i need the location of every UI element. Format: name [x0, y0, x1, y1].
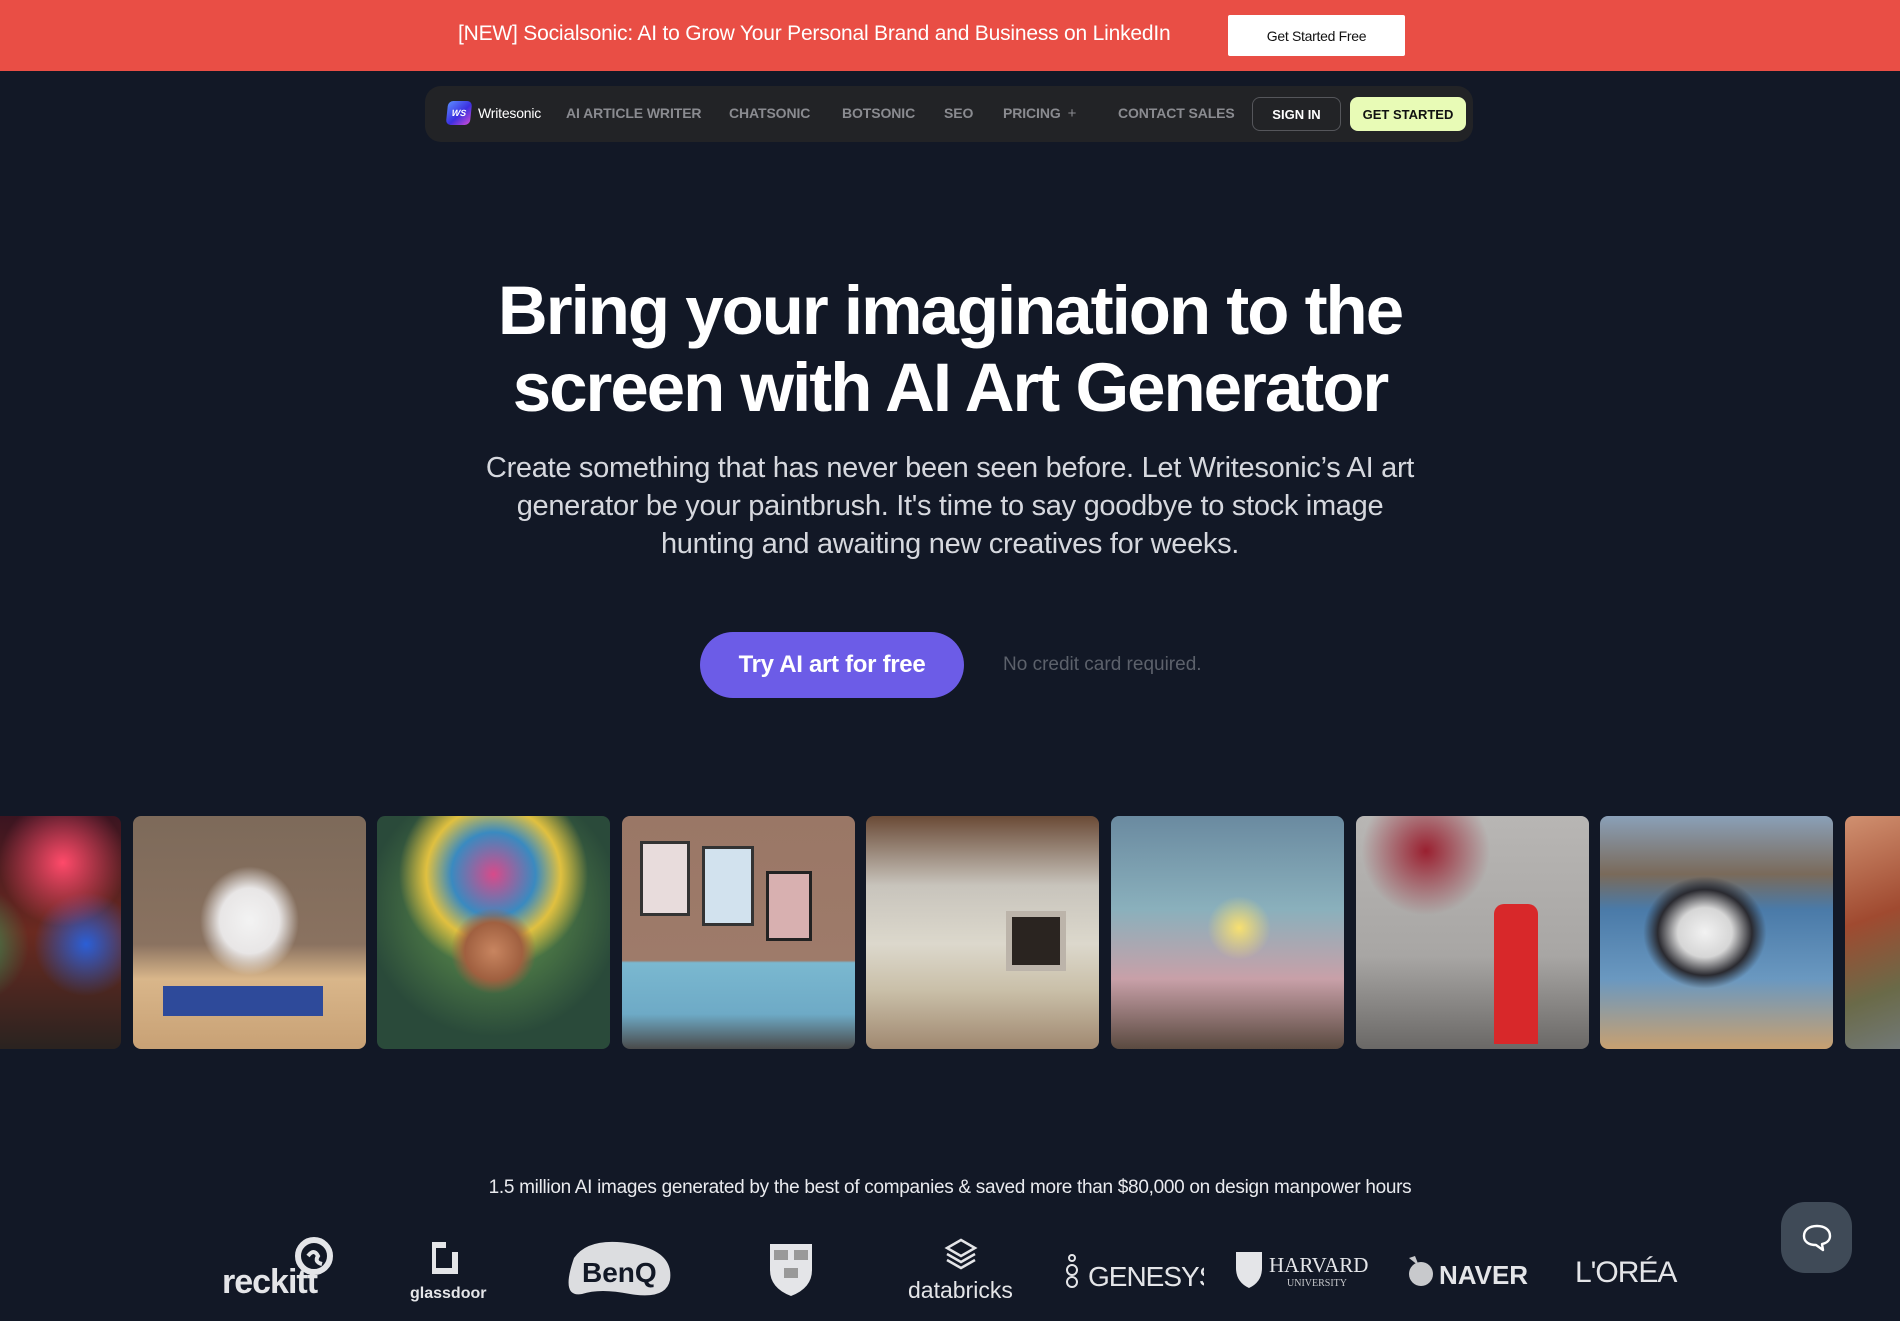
hero-subtitle-line-2: generator be your paintbrush. It's time …	[516, 490, 1384, 522]
try-ai-art-button[interactable]: Try AI art for free	[700, 632, 964, 698]
reckitt-logo: reckitt	[222, 1236, 337, 1303]
stats-text: 1.5 million AI images generated by the b…	[488, 1177, 1412, 1198]
nav-item-contact-sales[interactable]: CONTACT SALES	[1118, 105, 1235, 121]
svg-text:glassdoor: glassdoor	[410, 1285, 486, 1302]
announcement-bar: [NEW] Socialsonic: AI to Grow Your Perso…	[0, 0, 1900, 71]
gallery-image-living-room	[866, 816, 1099, 1049]
nav-item-pricing[interactable]: PRICING +	[1003, 105, 1076, 122]
writesonic-logo[interactable]: WS Writesonic	[445, 101, 542, 125]
nav-item-chatsonic[interactable]: CHATSONIC	[729, 105, 810, 121]
chat-widget-button[interactable]	[1781, 1202, 1852, 1273]
nav-item-botsonic[interactable]: BOTSONIC	[842, 105, 915, 121]
gallery-image-aztec-woman	[377, 816, 610, 1049]
main-nav: WS Writesonic AI ARTICLE WRITER CHATSONI…	[425, 86, 1473, 142]
gallery-image-blue-sofa	[622, 816, 855, 1049]
loreal-logo: L'ORÉA	[1575, 1250, 1678, 1295]
hero-title-line-1: Bring your imagination to the	[497, 272, 1404, 349]
databricks-logo: databricks	[906, 1238, 1016, 1307]
svg-text:HARVARD: HARVARD	[1269, 1253, 1368, 1277]
harvard-shield-icon	[770, 1244, 812, 1296]
logo-text: Writesonic	[478, 105, 542, 121]
reckitt-swirl-icon: reckitt	[222, 1237, 333, 1301]
customer-logos: reckitt glassdoor BenQ databricks GENESY	[0, 1230, 1900, 1321]
genesys-icon: GENESYS	[1066, 1254, 1218, 1292]
hero-title: Bring your imagination to the screen wit…	[350, 272, 1550, 426]
get-started-free-button[interactable]: Get Started Free	[1228, 15, 1405, 56]
gallery-image-husky	[1600, 816, 1833, 1049]
gallery-image-bedroom	[1111, 816, 1344, 1049]
announcement-text: [NEW] Socialsonic: AI to Grow Your Perso…	[458, 22, 1171, 45]
hero-subtitle-line-3: hunting and awaiting new creatives for w…	[660, 528, 1240, 560]
gallery-image-landscape	[1845, 816, 1900, 1049]
svg-text:reckitt: reckitt	[222, 1263, 318, 1298]
no-credit-card-note: No credit card required.	[1003, 654, 1202, 675]
hero-subtitle: Create something that has never been see…	[450, 449, 1450, 563]
hero-title-line-2: screen with AI Art Generator	[512, 349, 1389, 426]
gallery-image-phone-booth	[1356, 816, 1589, 1049]
sign-in-button[interactable]: SIGN IN	[1252, 97, 1341, 131]
nav-item-seo[interactable]: SEO	[944, 105, 973, 121]
svg-text:BenQ: BenQ	[582, 1257, 657, 1288]
databricks-icon: databricks	[908, 1238, 1013, 1303]
get-started-button[interactable]: GET STARTED	[1350, 97, 1466, 131]
gallery-image-rabbit	[0, 816, 121, 1049]
harvard-university-logo: HARVARD UNIVERSITY	[1235, 1250, 1375, 1299]
nav-item-ai-article-writer[interactable]: AI ARTICLE WRITER	[566, 105, 702, 121]
harvard-shield-logo	[768, 1242, 814, 1303]
svg-text:databricks: databricks	[908, 1277, 1013, 1302]
svg-text:NAVER: NAVER	[1439, 1260, 1528, 1290]
image-gallery	[0, 816, 1900, 1049]
naver-logo: NAVER	[1405, 1252, 1545, 1297]
benq-logo: BenQ	[564, 1238, 674, 1305]
svg-text:L'ORÉA: L'ORÉA	[1575, 1256, 1677, 1289]
svg-text:UNIVERSITY: UNIVERSITY	[1287, 1278, 1347, 1289]
pricing-label: PRICING	[1003, 105, 1061, 121]
chat-bubble-icon	[1802, 1224, 1831, 1251]
gallery-image-unicorn	[133, 816, 366, 1049]
glassdoor-logo: glassdoor	[408, 1240, 488, 1307]
writesonic-logo-icon: WS	[445, 101, 473, 125]
naver-icon: NAVER	[1409, 1256, 1528, 1290]
hero-subtitle-line-1: Create something that has never been see…	[485, 452, 1415, 484]
sparkle-plus-icon: +	[1067, 105, 1077, 122]
glassdoor-icon: glassdoor	[410, 1242, 486, 1302]
svg-text:GENESYS: GENESYS	[1088, 1261, 1204, 1292]
genesys-logo: GENESYS	[1064, 1252, 1218, 1297]
